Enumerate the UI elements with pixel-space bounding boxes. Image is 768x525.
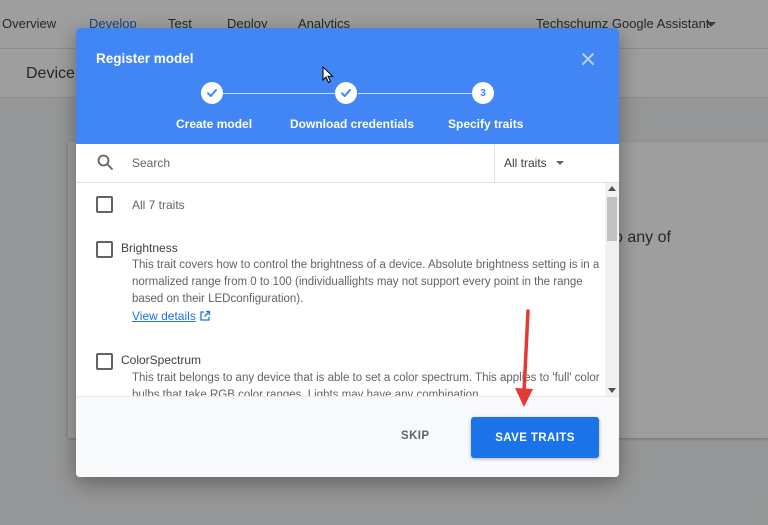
search-input[interactable]: [132, 152, 482, 174]
chevron-down-icon: [556, 161, 564, 165]
dialog-title: Register model: [96, 51, 194, 66]
dialog-footer: SKIP SAVE TRAITS: [76, 396, 619, 477]
search-icon: [97, 154, 113, 170]
stepper-connector: [358, 93, 472, 94]
scroll-down-icon[interactable]: [608, 388, 616, 393]
step-label-download-credentials: Download credentials: [290, 117, 415, 131]
trait-description: This trait covers how to control the bri…: [132, 259, 600, 305]
step-label-specify-traits: Specify traits: [448, 117, 524, 131]
check-icon: [341, 89, 351, 97]
save-traits-label: SAVE TRAITS: [495, 431, 575, 444]
step-1-indicator: [201, 82, 223, 104]
stepper-connector: [223, 93, 335, 94]
close-icon[interactable]: [578, 49, 598, 69]
step-number: 3: [480, 87, 486, 99]
trait-name: ColorSpectrum: [121, 353, 202, 367]
step-label-create-model: Create model: [176, 117, 253, 131]
check-icon: [207, 89, 217, 97]
scroll-up-icon[interactable]: [608, 186, 616, 191]
view-details-link[interactable]: View details: [132, 309, 196, 323]
select-all-checkbox[interactable]: [96, 196, 113, 213]
step-3-indicator: 3: [472, 82, 494, 104]
dialog-header: Register model 3 Create model Download c…: [76, 28, 619, 144]
skip-button[interactable]: SKIP: [401, 430, 429, 442]
filter-selected-value: All traits: [504, 156, 547, 170]
list-scrollbar[interactable]: [605, 183, 619, 396]
register-model-dialog: Register model 3 Create model Download c…: [76, 28, 619, 477]
trait-list: All 7 traits Brightness This trait cover…: [76, 183, 606, 396]
save-traits-button[interactable]: SAVE TRAITS: [471, 417, 599, 458]
trait-filter-select[interactable]: All traits: [495, 144, 619, 182]
trait-search-bar: All traits: [76, 144, 619, 183]
external-link-icon[interactable]: [199, 310, 211, 322]
select-all-label: All 7 traits: [132, 198, 185, 212]
step-2-indicator: [335, 82, 357, 104]
trait-description: This trait belongs to any device that is…: [132, 372, 600, 396]
scrollbar-thumb[interactable]: [607, 197, 617, 241]
trait-checkbox-brightness[interactable]: [96, 241, 113, 258]
trait-checkbox-colorspectrum[interactable]: [96, 353, 113, 370]
trait-name: Brightness: [121, 241, 178, 255]
